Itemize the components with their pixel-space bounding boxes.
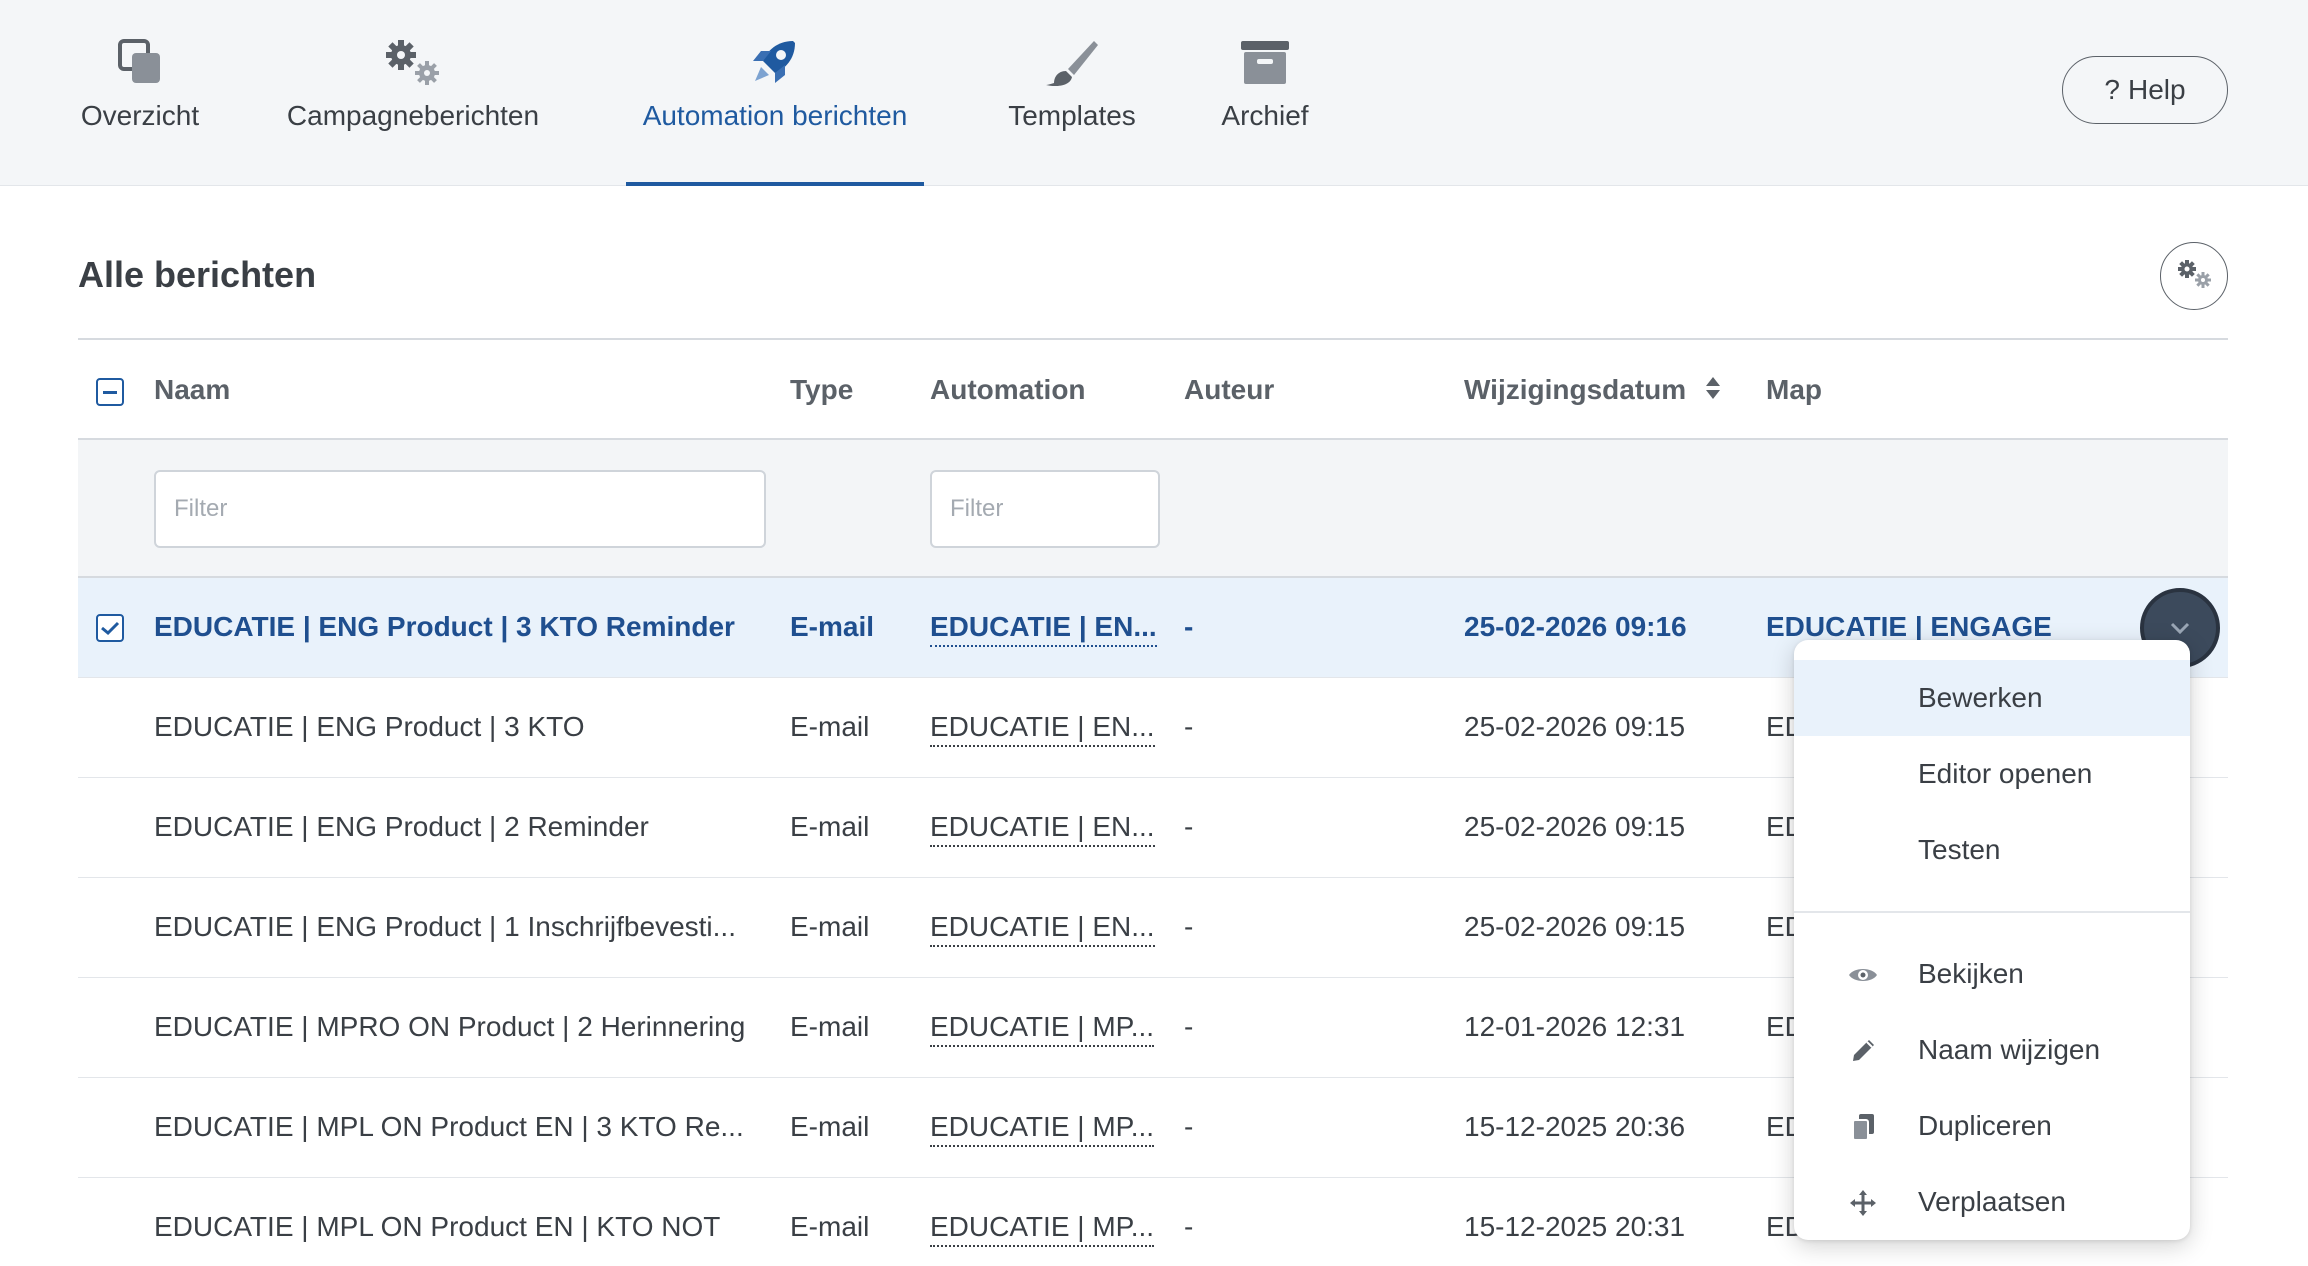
row-name[interactable]: EDUCATIE | MPL ON Product EN | KTO NOT	[154, 1211, 720, 1243]
row-name[interactable]: EDUCATIE | MPL ON Product EN | 3 KTO Re.…	[154, 1111, 744, 1143]
row-type: E-mail	[790, 811, 870, 842]
table-settings-button[interactable]	[2160, 242, 2228, 310]
menu-item-label: Bekijken	[1918, 958, 2024, 989]
row-name[interactable]: EDUCATIE | ENG Product | 3 KTO Reminder	[154, 611, 735, 643]
row-type: E-mail	[790, 911, 870, 942]
menu-item-editor-openen[interactable]: Editor openen	[1794, 736, 2190, 812]
filter-row	[78, 440, 2228, 578]
menu-item-bewerken[interactable]: Bewerken	[1794, 660, 2190, 736]
row-name[interactable]: EDUCATIE | ENG Product | 3 KTO	[154, 711, 585, 743]
menu-item-verplaatsen[interactable]: Verplaatsen	[1794, 1164, 2190, 1240]
sort-icon[interactable]	[1704, 375, 1722, 408]
row-author: -	[1184, 1111, 1194, 1142]
nav-tab-overzicht[interactable]: Overzicht	[78, 0, 202, 186]
nav-label: Automation berichten	[642, 100, 908, 131]
help-label: Help	[2127, 74, 2186, 105]
menu-item-label: Verplaatsen	[1918, 1186, 2066, 1217]
nav-tab-campagneberichten[interactable]: Campagneberichten	[280, 0, 546, 186]
row-modified: 25-02-2026 09:16	[1464, 611, 1687, 642]
menu-item-testen[interactable]: Testen	[1794, 812, 2190, 888]
page-title: Alle berichten	[78, 254, 317, 295]
nav-tab-templates[interactable]: Templates	[1004, 0, 1140, 186]
row-author: -	[1184, 1011, 1194, 1042]
row-author: -	[1184, 611, 1194, 642]
row-name[interactable]: EDUCATIE | ENG Product | 2 Reminder	[154, 811, 649, 843]
row-automation-link[interactable]: EDUCATIE | EN...	[930, 911, 1155, 947]
nav-label: Overzicht	[80, 100, 200, 131]
nav-label: Campagneberichten	[286, 100, 540, 131]
row-modified: 25-02-2026 09:15	[1464, 811, 1686, 842]
chevron-down-icon	[2170, 622, 2190, 635]
row-actions-menu: Bewerken Editor openen Testen Bekijken N…	[1794, 640, 2190, 1240]
menu-item-label: Bewerken	[1918, 682, 2043, 713]
row-type: E-mail	[790, 711, 870, 742]
row-automation-link[interactable]: EDUCATIE | EN...	[930, 611, 1157, 647]
column-header-author[interactable]: Auteur	[1184, 374, 1274, 406]
column-header-type[interactable]: Type	[790, 374, 853, 406]
row-name[interactable]: EDUCATIE | ENG Product | 1 Inschrijfbeve…	[154, 911, 736, 943]
top-navigation: Overzicht Campagneberichten Automation b…	[0, 0, 2308, 186]
row-author: -	[1184, 711, 1194, 742]
checkmark-icon	[101, 621, 120, 636]
archive-box-icon	[1239, 36, 1291, 90]
row-type: E-mail	[790, 1211, 870, 1242]
overview-icon	[114, 36, 166, 90]
row-modified: 25-02-2026 09:15	[1464, 911, 1686, 942]
row-author: -	[1184, 1211, 1194, 1242]
name-filter-input[interactable]	[154, 470, 766, 548]
menu-item-label: Editor openen	[1918, 758, 2093, 789]
eye-icon	[1848, 960, 1878, 990]
menu-divider	[1794, 911, 2190, 913]
nav-tab-archief[interactable]: Archief	[1218, 0, 1312, 186]
row-automation-link[interactable]: EDUCATIE | MP...	[930, 1111, 1155, 1147]
nav-label: Archief	[1221, 100, 1309, 131]
row-name[interactable]: EDUCATIE | MPRO ON Product | 2 Herinneri…	[154, 1011, 745, 1043]
automation-filter-input[interactable]	[930, 470, 1160, 548]
row-author: -	[1184, 911, 1194, 942]
column-header-modified[interactable]: Wijzigingsdatum	[1464, 374, 1722, 408]
rocket-icon	[747, 36, 803, 90]
row-type: E-mail	[790, 1011, 870, 1042]
column-header-modified-label: Wijzigingsdatum	[1464, 374, 1687, 405]
row-type: E-mail	[790, 611, 875, 642]
row-author: -	[1184, 811, 1194, 842]
table-header: Naam Type Automation Auteur Wijzigingsda…	[78, 338, 2228, 440]
column-header-folder[interactable]: Map	[1766, 374, 1822, 406]
row-automation-link[interactable]: EDUCATIE | MP...	[930, 1011, 1155, 1047]
row-folder: EDUCATIE | ENGAGE	[1766, 611, 2052, 642]
gears-icon	[381, 36, 445, 90]
menu-item-label: Testen	[1918, 834, 2001, 865]
row-modified: 12-01-2026 12:31	[1464, 1011, 1686, 1042]
nav-label: Templates	[1008, 100, 1136, 131]
row-type: E-mail	[790, 1111, 870, 1142]
row-automation-link[interactable]: EDUCATIE | EN...	[930, 711, 1155, 747]
question-mark-icon: ?	[2104, 74, 2120, 105]
menu-item-label: Dupliceren	[1918, 1110, 2052, 1141]
move-icon	[1848, 1188, 1878, 1218]
row-automation-link[interactable]: EDUCATIE | EN...	[930, 811, 1155, 847]
pencil-icon	[1848, 1036, 1878, 1066]
paintbrush-icon	[1044, 36, 1100, 90]
row-modified: 15-12-2025 20:31	[1464, 1211, 1686, 1242]
row-modified: 25-02-2026 09:15	[1464, 711, 1686, 742]
help-button[interactable]: ? Help	[2062, 56, 2228, 124]
menu-item-bekijken[interactable]: Bekijken	[1794, 936, 2190, 1012]
menu-item-label: Naam wijzigen	[1918, 1034, 2101, 1065]
row-automation-link[interactable]: EDUCATIE | MP...	[930, 1211, 1155, 1247]
row-modified: 15-12-2025 20:36	[1464, 1111, 1686, 1142]
gears-icon	[2175, 258, 2213, 295]
column-header-automation[interactable]: Automation	[930, 374, 1086, 406]
select-all-checkbox[interactable]	[96, 378, 124, 406]
row-checkbox[interactable]	[96, 614, 124, 642]
menu-item-dupliceren[interactable]: Dupliceren	[1794, 1088, 2190, 1164]
menu-item-naam-wijzigen[interactable]: Naam wijzigen	[1794, 1012, 2190, 1088]
copy-icon	[1848, 1112, 1878, 1142]
nav-tab-automation-berichten[interactable]: Automation berichten	[626, 0, 924, 186]
column-header-name[interactable]: Naam	[154, 374, 230, 406]
